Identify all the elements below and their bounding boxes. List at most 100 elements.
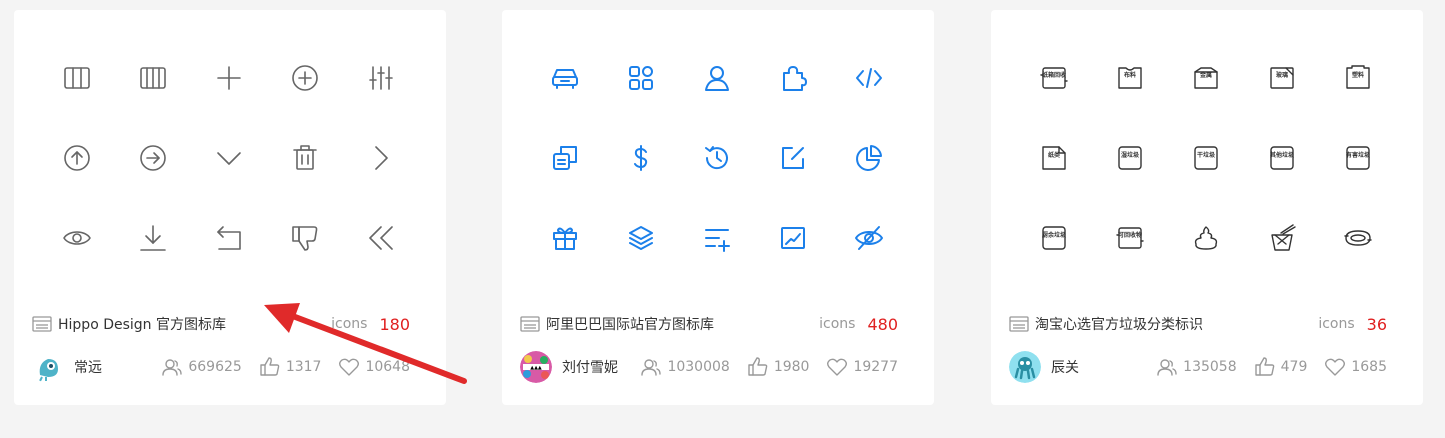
car-icon[interactable] [527, 38, 603, 118]
icon-preview-grid [527, 38, 909, 278]
other-waste-icon[interactable]: 其他垃圾 [1244, 118, 1320, 198]
author-avatar[interactable] [32, 351, 64, 383]
likes-count: 1317 [285, 359, 322, 375]
return-icon[interactable] [191, 198, 267, 278]
takeout-box-icon[interactable] [1244, 198, 1320, 278]
favorites-stat[interactable]: 1685 [1325, 357, 1387, 377]
plus-circle-icon[interactable] [267, 38, 343, 118]
icon-library-card[interactable]: 纸箱回收 布料 金属 玻璃 塑料 纸类 湿垃圾 干垃圾 其他垃圾 有害垃圾 厨余… [991, 10, 1423, 405]
thumbs-up-icon[interactable] [1254, 357, 1275, 377]
chevron-down-icon[interactable] [191, 118, 267, 198]
users-icon [162, 359, 183, 376]
poop-icon[interactable] [1168, 198, 1244, 278]
trash-icon[interactable] [267, 118, 343, 198]
library-icon [32, 316, 52, 332]
library-title[interactable]: 淘宝心选官方垃圾分类标识 [1035, 314, 1318, 334]
heart-icon[interactable] [339, 357, 360, 377]
tag-label: 可回收物 [1117, 232, 1142, 239]
tag-label: 其他垃圾 [1269, 152, 1294, 159]
arrow-up-circle-icon[interactable] [39, 118, 115, 198]
favorites-count: 1685 [1351, 359, 1387, 375]
chevron-right-icon[interactable] [343, 118, 419, 198]
icons-label: icons [819, 316, 856, 332]
download-icon[interactable] [115, 198, 191, 278]
tag-label: 厨余垃圾 [1041, 232, 1066, 239]
heart-icon[interactable] [1325, 357, 1346, 377]
favorites-stat[interactable]: 10648 [339, 357, 410, 377]
library-icon [520, 316, 540, 332]
edit-icon[interactable] [755, 118, 831, 198]
grid-icon[interactable] [603, 38, 679, 118]
list-add-icon[interactable] [679, 198, 755, 278]
heart-icon[interactable] [827, 357, 848, 377]
plastic-icon[interactable]: 塑料 [1320, 38, 1396, 118]
library-title[interactable]: 阿里巴巴国际站官方图标库 [546, 314, 819, 334]
columns-4-icon[interactable] [115, 38, 191, 118]
svg-text:▲▲▲: ▲▲▲ [530, 365, 542, 371]
tag-label: 塑料 [1351, 72, 1364, 79]
icon-library-card[interactable]: 阿里巴巴国际站官方图标库 icons 480 ▲▲▲ 刘付雪妮 1030008 … [502, 10, 934, 405]
icons-label: icons [1318, 316, 1355, 332]
kitchen-waste-icon[interactable]: 厨余垃圾 [1016, 198, 1092, 278]
likes-count: 479 [1280, 359, 1308, 375]
fabric-icon[interactable]: 布料 [1092, 38, 1168, 118]
favorites-count: 10648 [365, 359, 410, 375]
copy-icon[interactable] [527, 118, 603, 198]
thumbs-up-icon[interactable] [748, 357, 768, 377]
likes-stat[interactable]: 1317 [260, 357, 322, 377]
dollar-icon[interactable] [603, 118, 679, 198]
likes-stat[interactable]: 479 [1254, 357, 1308, 377]
eye-off-icon[interactable] [831, 198, 907, 278]
tag-label: 纸箱回收 [1041, 72, 1066, 79]
author-name[interactable]: 辰关 [1051, 357, 1139, 377]
users-icon [1157, 359, 1177, 376]
favorites-count: 19277 [853, 359, 898, 375]
tag-label: 布料 [1123, 72, 1136, 79]
favorites-stat[interactable]: 19277 [827, 357, 898, 377]
thumbs-up-icon[interactable] [260, 357, 280, 377]
history-icon[interactable] [679, 118, 755, 198]
icon-library-card[interactable]: Hippo Design 官方图标库 icons 180 常远 669625 1… [14, 10, 446, 405]
wet-waste-icon[interactable]: 湿垃圾 [1092, 118, 1168, 198]
puzzle-icon[interactable] [755, 38, 831, 118]
layers-icon[interactable] [603, 198, 679, 278]
arrow-right-circle-icon[interactable] [115, 118, 191, 198]
users-icon [641, 359, 662, 376]
icons-count: 180 [379, 314, 410, 334]
contributors-count: 669625 [188, 359, 242, 375]
library-title[interactable]: Hippo Design 官方图标库 [58, 314, 331, 334]
contributors-stat: 669625 [162, 357, 242, 377]
library-icon [1009, 316, 1029, 332]
trend-icon[interactable] [755, 198, 831, 278]
contributors-stat: 135058 [1157, 357, 1237, 377]
snack-icon[interactable] [1320, 198, 1396, 278]
pie-chart-icon[interactable] [831, 118, 907, 198]
plus-icon[interactable] [191, 38, 267, 118]
eye-icon[interactable] [39, 198, 115, 278]
tag-label: 干垃圾 [1196, 152, 1215, 159]
tag-label: 有害垃圾 [1345, 152, 1370, 159]
icon-preview-grid: 纸箱回收 布料 金属 玻璃 塑料 纸类 湿垃圾 干垃圾 其他垃圾 有害垃圾 厨余… [1016, 38, 1398, 278]
metal-icon[interactable]: 金属 [1168, 38, 1244, 118]
contributors-count: 1030008 [667, 359, 730, 375]
likes-stat[interactable]: 1980 [748, 357, 809, 377]
chevrons-left-icon[interactable] [343, 198, 419, 278]
dry-waste-icon[interactable]: 干垃圾 [1168, 118, 1244, 198]
thumbs-down-icon[interactable] [267, 198, 343, 278]
author-name[interactable]: 刘付雪妮 [562, 357, 623, 377]
code-icon[interactable] [831, 38, 907, 118]
author-avatar[interactable] [1009, 351, 1041, 383]
author-avatar[interactable]: ▲▲▲ [520, 351, 552, 383]
glass-icon[interactable]: 玻璃 [1244, 38, 1320, 118]
hazardous-waste-icon[interactable]: 有害垃圾 [1320, 118, 1396, 198]
contributors-count: 135058 [1183, 359, 1237, 375]
sliders-icon[interactable] [343, 38, 419, 118]
tag-label: 金属 [1199, 72, 1212, 79]
gift-icon[interactable] [527, 198, 603, 278]
author-name[interactable]: 常远 [74, 357, 144, 377]
recycle-box-icon[interactable]: 纸箱回收 [1016, 38, 1092, 118]
user-icon[interactable] [679, 38, 755, 118]
recyclable-icon[interactable]: 可回收物 [1092, 198, 1168, 278]
columns-3-icon[interactable] [39, 38, 115, 118]
paper-icon[interactable]: 纸类 [1016, 118, 1092, 198]
